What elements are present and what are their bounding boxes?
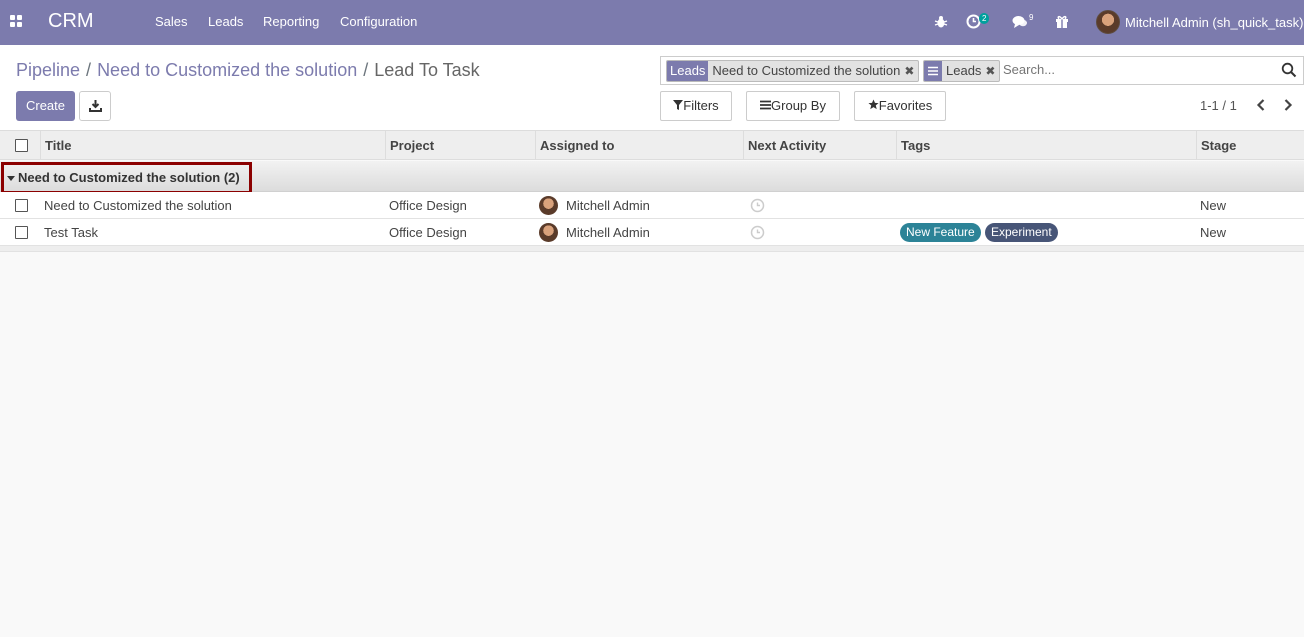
tag-badge: New Feature [900,223,981,242]
tag-badge: Experiment [985,223,1058,242]
facet-value: Need to Customized the solution [712,63,901,78]
cell-project: Office Design [389,225,467,240]
menu-configuration[interactable]: Configuration [340,14,417,29]
remove-facet-icon[interactable]: ✖ [985,61,999,81]
activity-count-badge: 2 [979,13,990,24]
menu-leads[interactable]: Leads [208,14,243,29]
gift-icon[interactable] [1055,14,1069,28]
filters-button[interactable]: Filters [660,91,732,121]
search-facet-leads: Leads Need to Customized the solution ✖ [666,60,920,82]
column-stage[interactable]: Stage [1196,131,1304,160]
table-row[interactable]: Need to Customized the solution Office D… [0,192,1304,219]
search-icon[interactable] [1281,62,1297,78]
pager-value[interactable]: 1-1 / 1 [1200,98,1237,113]
message-count-badge: 9 [1029,13,1034,22]
facet-label: Leads [667,61,709,81]
cell-assigned: Mitchell Admin [566,198,650,213]
star-icon [868,99,879,110]
search-facet-groupby: Leads ✖ [923,60,1001,82]
column-title[interactable]: Title [40,131,386,160]
select-all-checkbox[interactable] [15,139,28,152]
apps-menu-icon[interactable] [10,15,23,28]
download-icon [88,100,102,112]
search-bar: Leads Need to Customized the solution ✖ … [660,56,1304,85]
column-next-activity[interactable]: Next Activity [743,131,897,160]
breadcrumb-lead[interactable]: Need to Customized the solution [97,60,357,80]
column-project[interactable]: Project [385,131,535,160]
bars-icon [760,100,772,110]
cell-stage: New [1200,225,1227,240]
group-row[interactable]: Need to Customized the solution (2) [0,161,1304,194]
user-avatar[interactable] [1096,10,1120,34]
messages-icon[interactable] [1012,15,1028,29]
group-icon [924,61,942,81]
cell-title: Need to Customized the solution [44,198,232,213]
breadcrumb-pipeline[interactable]: Pipeline [16,60,80,80]
menu-reporting[interactable]: Reporting [263,14,319,29]
filters-label: Filters [683,98,719,113]
breadcrumb-separator: / [363,60,369,80]
group-label: Need to Customized the solution (2) [18,170,240,185]
breadcrumb-current: Lead To Task [374,60,480,80]
favorites-button[interactable]: Favorites [854,91,946,121]
create-button[interactable]: Create [16,91,75,121]
table-header: Title Project Assigned to Next Activity … [0,131,1304,160]
row-checkbox[interactable] [15,199,28,212]
bug-icon[interactable] [934,15,948,29]
table-row[interactable]: Test Task Office Design Mitchell Admin N… [0,219,1304,246]
assignee-avatar [539,196,558,215]
chevron-right-icon[interactable] [1280,97,1296,113]
cell-project: Office Design [389,198,467,213]
search-input[interactable] [1003,62,1273,77]
group-highlight-box[interactable]: Need to Customized the solution (2) [1,162,252,194]
chevron-left-icon[interactable] [1253,97,1269,113]
column-assigned[interactable]: Assigned to [535,131,744,160]
caret-down-icon [7,176,15,181]
row-checkbox[interactable] [15,226,28,239]
breadcrumb-separator: / [86,60,92,80]
activity-clock-icon[interactable] [750,225,765,240]
app-brand[interactable]: CRM [48,10,94,33]
user-menu[interactable]: Mitchell Admin (sh_quick_task) [1125,15,1303,30]
top-navbar: CRM Sales Leads Reporting Configuration … [0,0,1304,45]
groupby-button[interactable]: Group By [746,91,840,121]
facet-value: Leads [946,63,982,78]
breadcrumb: Pipeline / Need to Customized the solution… [16,60,480,81]
filter-icon [673,100,684,110]
cell-stage: New [1200,198,1227,213]
remove-facet-icon[interactable]: ✖ [904,61,918,81]
cell-assigned: Mitchell Admin [566,225,650,240]
activity-clock-icon[interactable] [750,198,765,213]
table-footer [0,246,1304,252]
groupby-label: Group By [771,98,826,113]
assignee-avatar [539,223,558,242]
menu-sales[interactable]: Sales [155,14,188,29]
control-panel: Pipeline / Need to Customized the solution… [0,45,1304,131]
cell-title: Test Task [44,225,98,240]
download-button[interactable] [79,91,111,121]
favorites-label: Favorites [878,98,933,113]
column-tags[interactable]: Tags [896,131,1196,160]
